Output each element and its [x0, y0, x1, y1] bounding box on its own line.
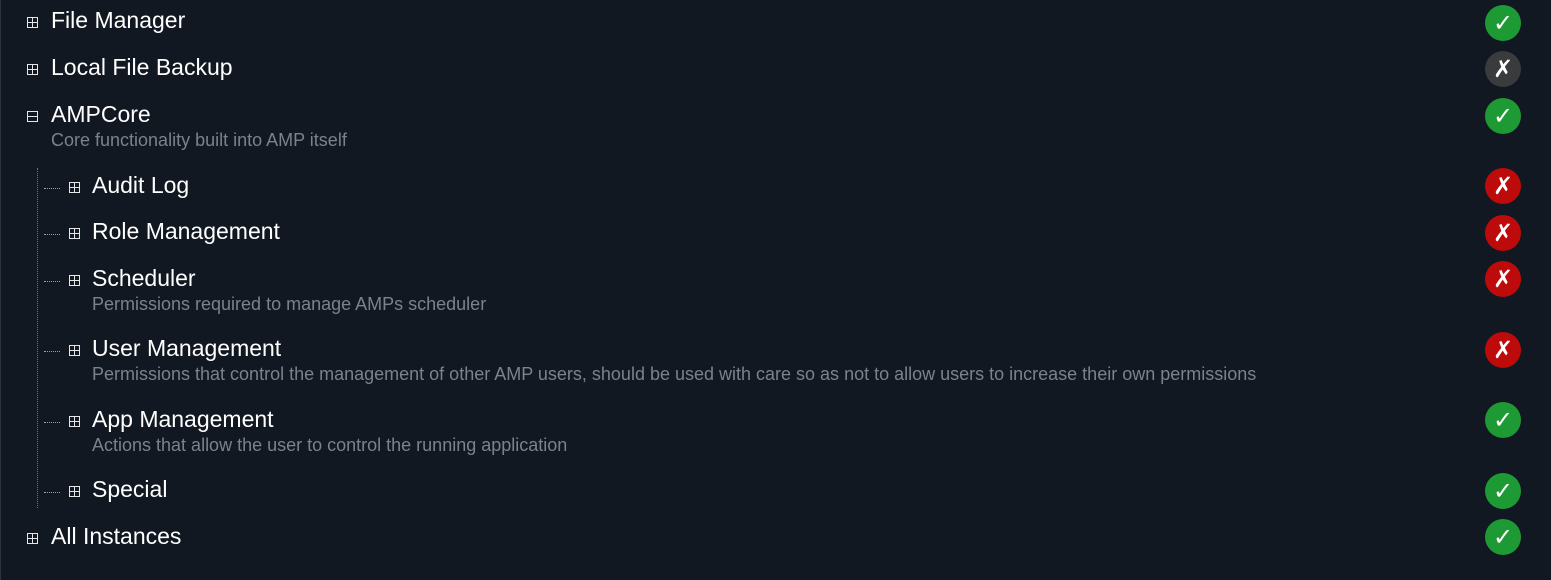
node-label[interactable]: User Management: [92, 334, 281, 362]
node-label[interactable]: AMPCore: [51, 100, 151, 128]
status-cross-icon[interactable]: ✗: [1485, 168, 1521, 204]
node-label[interactable]: Audit Log: [92, 171, 189, 199]
node-label[interactable]: File Manager: [51, 6, 185, 34]
status-check-icon[interactable]: ✓: [1485, 5, 1521, 41]
status-check-icon[interactable]: ✓: [1485, 473, 1521, 509]
tree-connector: [44, 234, 60, 235]
tree-connector-vertical: [37, 168, 38, 508]
expand-plus-square-icon[interactable]: [69, 275, 80, 286]
tree-connector: [44, 492, 60, 493]
expand-plus-square-icon[interactable]: [69, 345, 80, 356]
status-cross-icon[interactable]: ✗: [1485, 332, 1521, 368]
tree-connector: [44, 422, 60, 423]
expand-plus-square-icon[interactable]: [27, 17, 38, 28]
node-label[interactable]: Local File Backup: [51, 53, 233, 81]
node-description: Permissions required to manage AMPs sche…: [92, 294, 487, 314]
panel-left-border: [0, 0, 1, 580]
tree-connector: [44, 351, 60, 352]
status-cross-icon[interactable]: ✗: [1485, 51, 1521, 87]
node-description: Core functionality built into AMP itself: [51, 130, 347, 150]
node-label[interactable]: Scheduler: [92, 264, 196, 292]
expand-plus-square-icon[interactable]: [69, 416, 80, 427]
node-description: Permissions that control the management …: [92, 364, 1257, 384]
status-check-icon[interactable]: ✓: [1485, 98, 1521, 134]
expand-plus-square-icon[interactable]: [69, 228, 80, 239]
tree-connector: [44, 281, 60, 282]
node-label[interactable]: All Instances: [51, 522, 181, 550]
status-check-icon[interactable]: ✓: [1485, 402, 1521, 438]
node-description: Actions that allow the user to control t…: [92, 435, 568, 455]
status-check-icon[interactable]: ✓: [1485, 519, 1521, 555]
expand-plus-square-icon[interactable]: [27, 64, 38, 75]
expand-plus-square-icon[interactable]: [69, 182, 80, 193]
status-cross-icon[interactable]: ✗: [1485, 261, 1521, 297]
status-cross-icon[interactable]: ✗: [1485, 215, 1521, 251]
collapse-minus-square-icon[interactable]: [27, 111, 38, 122]
node-label[interactable]: Special: [92, 475, 167, 503]
node-label[interactable]: Role Management: [92, 217, 280, 245]
node-label[interactable]: App Management: [92, 405, 274, 433]
tree-connector: [44, 188, 60, 189]
expand-plus-square-icon[interactable]: [69, 486, 80, 497]
expand-plus-square-icon[interactable]: [27, 533, 38, 544]
